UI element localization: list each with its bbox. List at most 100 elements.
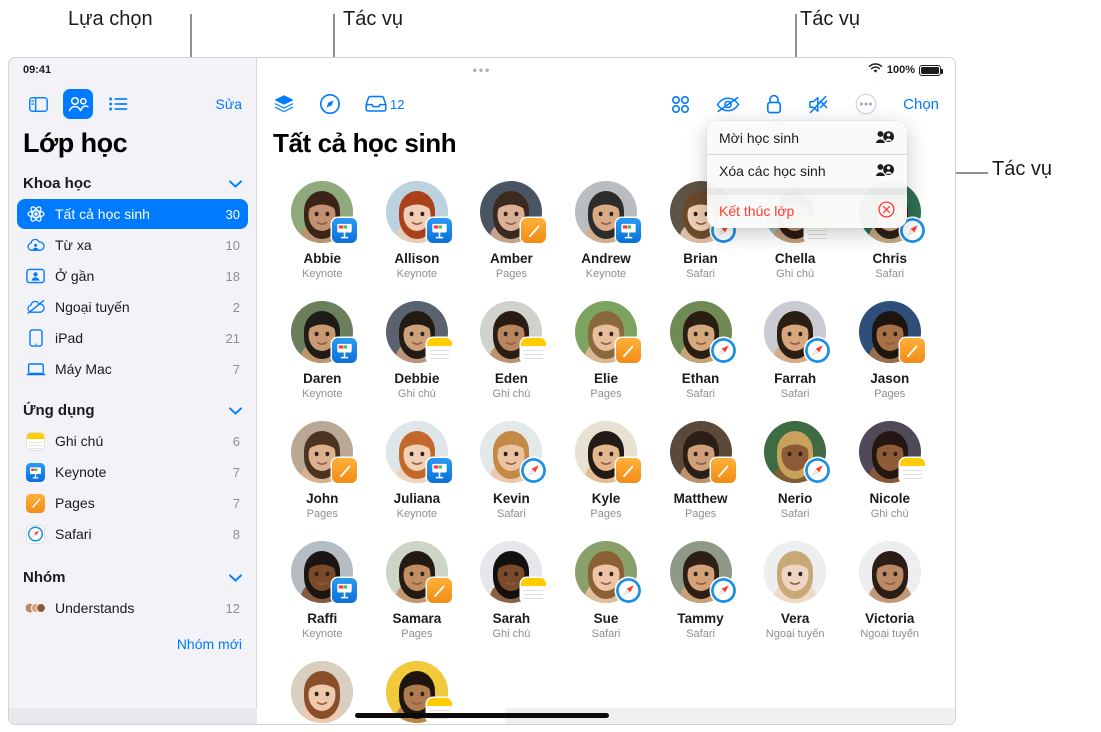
student-cell[interactable]: Allison Keynote: [370, 175, 465, 295]
eye-slash-icon[interactable]: [716, 96, 740, 113]
avatar-wrap[interactable]: [480, 421, 547, 483]
student-cell[interactable]: Kevin Safari: [464, 415, 559, 535]
grid-apps-icon[interactable]: [671, 95, 690, 114]
avatar-wrap[interactable]: [291, 181, 358, 243]
avatar-wrap[interactable]: [291, 421, 358, 483]
compass-navigate-icon[interactable]: [319, 93, 341, 115]
menu-item-remove-students[interactable]: Xóa các học sinh: [707, 155, 907, 188]
xmark-circle-icon: [878, 201, 895, 221]
student-app-status: Safari: [780, 388, 810, 400]
avatar-wrap[interactable]: [480, 181, 547, 243]
status-bar: 09:41 ••• 100%: [9, 58, 955, 82]
sidebar-item-ipad[interactable]: iPad 21: [17, 323, 248, 353]
main-panel: 12 Chọn Tất cả học sinh Abbie Keynote Al…: [257, 58, 955, 724]
menu-item-end-class[interactable]: Kết thúc lớp: [707, 195, 907, 228]
layers-icon[interactable]: [273, 94, 295, 114]
sidebar-item-notes[interactable]: Ghi chú 6: [17, 426, 248, 456]
student-app-status: Safari: [686, 268, 715, 280]
avatar-wrap[interactable]: [291, 541, 358, 603]
sidebar-section-header-apps[interactable]: Ứng dụng: [9, 396, 256, 425]
student-cell[interactable]: Debbie Ghi chú: [370, 295, 465, 415]
student-cell[interactable]: Farrah Safari: [748, 295, 843, 415]
student-cell[interactable]: Sarah Ghi chú: [464, 535, 559, 655]
student-cell[interactable]: John Pages: [275, 415, 370, 535]
student-cell[interactable]: Tammy Safari: [653, 535, 748, 655]
avatar-wrap[interactable]: [764, 301, 831, 363]
sidebar-item-nearby[interactable]: Ở gần 18: [17, 261, 248, 291]
chevron-down-icon[interactable]: [229, 176, 242, 191]
avatar-wrap[interactable]: [385, 541, 452, 603]
student-cell[interactable]: Sue Safari: [559, 535, 654, 655]
avatar-wrap[interactable]: [574, 541, 641, 603]
speaker-slash-icon[interactable]: [808, 95, 829, 114]
sidebar-item-count: 12: [225, 600, 240, 616]
sidebar-item-remote[interactable]: Từ xa 10: [17, 230, 248, 260]
avatar-wrap[interactable]: [858, 541, 921, 603]
student-cell[interactable]: Nicole Ghi chú: [842, 415, 937, 535]
avatar-wrap[interactable]: [669, 301, 736, 363]
home-indicator[interactable]: [355, 713, 609, 718]
student-cell[interactable]: Juliana Keynote: [370, 415, 465, 535]
student-cell[interactable]: Jason Pages: [842, 295, 937, 415]
avatar-wrap[interactable]: [574, 421, 641, 483]
student-cell[interactable]: Abbie Keynote: [275, 175, 370, 295]
avatar-wrap[interactable]: [480, 541, 547, 603]
sidebar-edit-button[interactable]: Sửa: [216, 96, 243, 112]
student-cell[interactable]: Samara Pages: [370, 535, 465, 655]
sidebar-item-offline[interactable]: Ngoại tuyến 2: [17, 292, 248, 322]
select-button[interactable]: Chọn: [903, 96, 939, 113]
student-cell[interactable]: Nerio Safari: [748, 415, 843, 535]
avatar-wrap[interactable]: [385, 421, 452, 483]
avatar-wrap[interactable]: [858, 301, 925, 363]
lock-icon[interactable]: [766, 94, 782, 114]
student-app-status: Safari: [686, 628, 715, 640]
app-badge-pages: [899, 338, 925, 363]
avatar-wrap[interactable]: [669, 421, 736, 483]
student-app-status: Keynote: [302, 628, 343, 640]
people-view-icon[interactable]: [63, 89, 93, 119]
sidebar-item-keynote[interactable]: Keynote 7: [17, 457, 248, 487]
cloud-slash-icon: [25, 297, 46, 318]
student-cell[interactable]: Eden Ghi chú: [464, 295, 559, 415]
ellipsis-circle-icon[interactable]: [855, 93, 877, 115]
sidebar-item-mac[interactable]: Máy Mac 7: [17, 354, 248, 384]
chevron-down-icon[interactable]: [229, 403, 242, 418]
student-cell[interactable]: Vera Ngoại tuyến: [748, 535, 843, 655]
avatar-wrap[interactable]: [574, 181, 641, 243]
avatar-wrap[interactable]: [385, 181, 452, 243]
student-cell[interactable]: Daren Keynote: [275, 295, 370, 415]
student-cell[interactable]: Victoria Ngoại tuyến: [842, 535, 937, 655]
avatar-wrap[interactable]: [480, 301, 547, 363]
avatar-wrap[interactable]: [764, 541, 827, 603]
menu-item-invite-students[interactable]: Mời học sinh: [707, 121, 907, 154]
avatar-wrap[interactable]: [385, 301, 452, 363]
sidebar-item-understands[interactable]: Understands 12: [17, 593, 248, 623]
sidebar-section-header-subjects[interactable]: Khoa học: [9, 169, 256, 198]
student-cell[interactable]: Amber Pages: [464, 175, 559, 295]
student-cell[interactable]: Matthew Pages: [653, 415, 748, 535]
sidebar-item-label: Safari: [55, 526, 92, 542]
sidebar-item-label: Ghi chú: [55, 433, 104, 449]
avatar-wrap[interactable]: [669, 541, 736, 603]
window-grabber-icon[interactable]: •••: [473, 64, 492, 76]
sidebar-item-safari[interactable]: Safari 8: [17, 519, 248, 549]
inbox-tray-icon[interactable]: 12: [365, 95, 404, 113]
avatar-wrap[interactable]: [574, 301, 641, 363]
student-cell[interactable]: Elie Pages: [559, 295, 654, 415]
sidebar-section-header-groups[interactable]: Nhóm: [9, 563, 256, 592]
sidebar-item-count: 7: [232, 361, 240, 377]
sidebar-toggle-icon[interactable]: [23, 89, 53, 119]
list-view-icon[interactable]: [103, 89, 133, 119]
student-cell[interactable]: Raffi Keynote: [275, 535, 370, 655]
student-cell[interactable]: Ethan Safari: [653, 295, 748, 415]
student-cell[interactable]: Kyle Pages: [559, 415, 654, 535]
student-cell[interactable]: Andrew Keynote: [559, 175, 654, 295]
avatar-wrap[interactable]: [858, 421, 925, 483]
sidebar-item-pages[interactable]: Pages 7: [17, 488, 248, 518]
avatar-wrap[interactable]: [291, 661, 354, 723]
chevron-down-icon[interactable]: [229, 570, 242, 585]
avatar-wrap[interactable]: [764, 421, 831, 483]
avatar-wrap[interactable]: [291, 301, 358, 363]
sidebar-item-all-students[interactable]: Tất cả học sinh 30: [17, 199, 248, 229]
new-group-button[interactable]: Nhóm mới: [9, 624, 256, 652]
